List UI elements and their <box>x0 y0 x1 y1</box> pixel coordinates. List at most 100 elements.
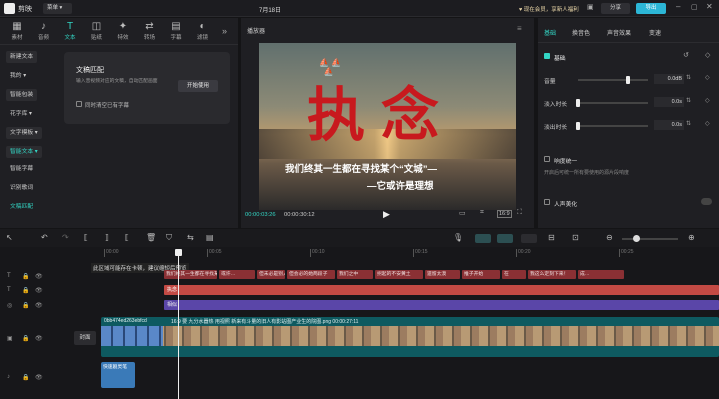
split-icon[interactable]: ⟦ <box>84 233 88 242</box>
mirror-icon[interactable]: ⇆ <box>187 233 194 242</box>
inspector-tab[interactable]: 换音色 <box>572 28 590 37</box>
keyframe-icon[interactable]: ◇ <box>705 51 710 59</box>
mic-icon[interactable]: 🎙 <box>453 233 463 242</box>
track-type-icon[interactable]: ◎ <box>7 302 12 309</box>
subtitle-clip[interactable]: 推子开始 <box>462 270 500 279</box>
delete-icon[interactable]: 🗑 <box>146 233 156 242</box>
play-icon[interactable]: ▶ <box>383 209 390 220</box>
eye-icon[interactable]: 👁 <box>35 287 43 294</box>
zoom-slider[interactable] <box>622 235 678 242</box>
lock-icon[interactable]: 🔒 <box>22 273 29 280</box>
enhance-checkbox[interactable] <box>544 199 550 205</box>
sidebar-item[interactable]: 文稿匹配 <box>6 201 37 213</box>
subtitle-clip[interactable]: 我这么定刻下来！ <box>528 270 576 279</box>
start-button[interactable]: 开始使用 <box>178 80 218 92</box>
keyframe-icon[interactable]: ◇ <box>705 74 710 81</box>
tab-5[interactable]: ⇄ 转场 <box>136 20 164 46</box>
audio-clip[interactable]: 快速剧灵笔 <box>101 362 135 388</box>
zoom-out-icon[interactable]: ⊖ <box>606 233 613 242</box>
cover-button[interactable]: 封面 <box>74 331 96 345</box>
fit-icon[interactable]: ▭ <box>459 209 466 217</box>
reset-icon[interactable]: ↺ <box>683 51 689 59</box>
sidebar-item[interactable]: 花字库 ▾ <box>6 108 36 120</box>
split-right-icon[interactable]: ⟦ <box>125 233 129 242</box>
linkage-toggle[interactable] <box>521 234 537 243</box>
slider-handle[interactable] <box>576 99 580 107</box>
lock-icon[interactable]: 🔒 <box>22 287 29 294</box>
player-menu-icon[interactable]: ≡ <box>517 24 522 33</box>
sidebar-item[interactable]: 智能包装 <box>6 89 38 101</box>
share-button[interactable]: 分享 <box>601 3 630 14</box>
sidebar-item[interactable]: 识别歌词 <box>6 182 37 194</box>
subtitle-clip[interactable]: 我们终其一生都在寻找某 <box>164 270 217 279</box>
promo-link[interactable]: ♥ 现在会员，享新人福利 <box>519 5 579 13</box>
sidebar-item[interactable]: 新建文本 <box>6 51 38 63</box>
lock-icon[interactable]: 🔒 <box>22 374 29 381</box>
subtitle-clip[interactable]: 我们之中 <box>337 270 373 279</box>
sidebar-item[interactable]: 文字模板 ▾ <box>6 127 42 139</box>
subtitle-clip[interactable]: 在 <box>502 270 526 279</box>
minimize-icon[interactable]: – <box>676 2 680 11</box>
eye-icon[interactable]: 👁 <box>35 374 43 381</box>
slider-handle[interactable] <box>576 122 580 130</box>
subtitle-clip[interactable]: 遗留太漠 <box>425 270 460 279</box>
lock-icon[interactable]: 🔒 <box>22 302 29 309</box>
stepper-icon[interactable]: ⇅ <box>686 97 691 104</box>
row-value-input[interactable]: 0.0dB <box>654 74 684 84</box>
more-tabs-icon[interactable]: » <box>222 26 227 36</box>
select-tool-icon[interactable]: ↖ <box>6 233 13 242</box>
row-value-input[interactable]: 0.0s <box>654 120 684 130</box>
slider-handle[interactable] <box>626 76 631 84</box>
close-icon[interactable]: ✕ <box>706 2 713 11</box>
redo-icon[interactable]: ↷ <box>62 233 69 242</box>
track-type-icon[interactable]: T <box>7 273 11 279</box>
shield-icon[interactable]: ⛉ <box>166 233 172 243</box>
playhead[interactable] <box>178 249 179 399</box>
magnet-toggle[interactable] <box>497 234 513 243</box>
playhead-handle[interactable] <box>175 249 182 256</box>
video-clip-main[interactable]: 0bb474ed263ebfcd 16:9 要 九分水器热 用视照 新来有斗量的… <box>101 317 719 357</box>
subtitle-clip[interactable]: 成… <box>578 270 624 279</box>
eye-icon[interactable]: 👁 <box>35 273 43 280</box>
track-type-icon[interactable]: T <box>7 287 11 293</box>
text-clip[interactable]: 执念 <box>164 285 719 295</box>
crop-icon[interactable]: ⌗ <box>480 209 484 217</box>
eye-icon[interactable]: 👁 <box>35 302 43 309</box>
loudness-checkbox[interactable] <box>544 156 550 162</box>
maximize-icon[interactable]: ▢ <box>691 3 698 11</box>
export-button[interactable]: 导出 <box>636 3 666 14</box>
fit-timeline-icon[interactable]: ⊡ <box>572 233 579 242</box>
tab-4[interactable]: ✦ 特效 <box>109 20 137 46</box>
sidebar-item[interactable]: 智能字幕 <box>6 163 37 175</box>
inspector-tab[interactable]: 基础 <box>544 28 556 37</box>
caption-icon[interactable]: ▤ <box>206 233 214 242</box>
split-left-icon[interactable]: ⟧ <box>105 233 109 242</box>
tab-2[interactable]: T 文本 <box>56 20 84 46</box>
window-icon[interactable]: ▣ <box>587 3 594 11</box>
zoom-in-icon[interactable]: ⊕ <box>688 233 695 242</box>
tab-6[interactable]: ▤ 字幕 <box>162 20 190 46</box>
tab-7[interactable]: ◐ 滤镜 <box>189 20 217 46</box>
clear-checkbox[interactable] <box>76 101 82 107</box>
row-slider[interactable] <box>578 76 648 84</box>
row-value-input[interactable]: 0.0s <box>654 97 684 107</box>
subtitle-clip[interactable]: 但未必是别人 <box>257 270 285 279</box>
eye-icon[interactable]: 👁 <box>35 335 43 342</box>
menu-button[interactable]: 菜单 ▾ <box>43 3 72 14</box>
subtitle-clip[interactable]: 或许… <box>219 270 255 279</box>
preview-axis-icon[interactable]: ⊟ <box>548 233 555 242</box>
inspector-tab[interactable]: 声音效果 <box>607 28 631 37</box>
row-slider[interactable] <box>576 99 648 107</box>
tab-3[interactable]: ◫ 贴纸 <box>83 20 111 46</box>
undo-icon[interactable]: ↶ <box>41 233 48 242</box>
keyframe-icon[interactable]: ◇ <box>705 120 710 127</box>
stepper-icon[interactable]: ⇅ <box>686 74 691 81</box>
enhance-toggle[interactable] <box>701 198 712 205</box>
link-toggle[interactable] <box>475 234 491 243</box>
ratio-button[interactable]: 16:9 <box>497 210 512 218</box>
tab-0[interactable]: ▦ 素材 <box>3 20 31 46</box>
sticker-clip[interactable]: 相似 <box>164 300 719 310</box>
inspector-tab[interactable]: 变速 <box>649 28 661 37</box>
fullscreen-icon[interactable]: ⛶ <box>517 209 522 217</box>
lock-icon[interactable]: 🔒 <box>22 335 29 342</box>
